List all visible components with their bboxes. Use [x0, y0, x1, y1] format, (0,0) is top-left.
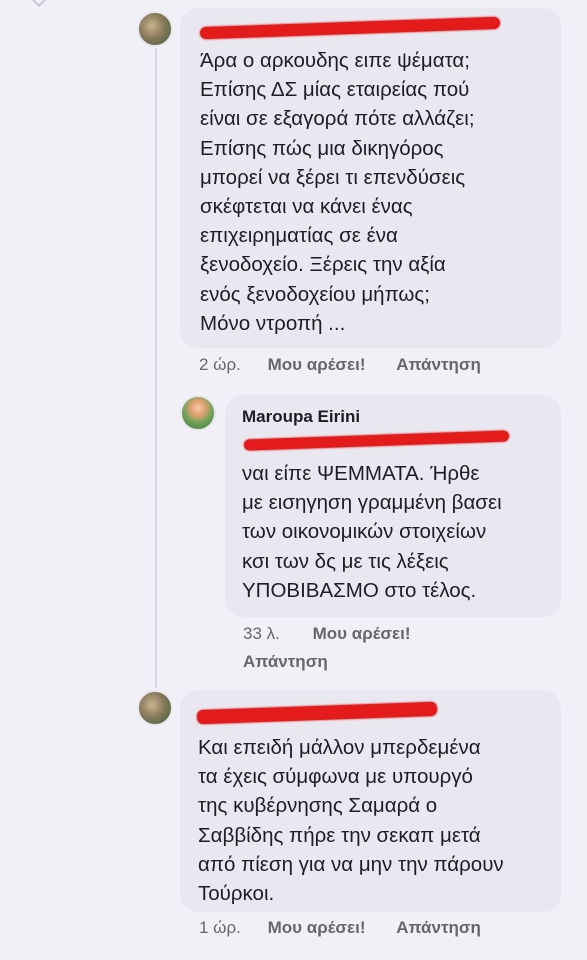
comment-timestamp[interactable]: 1 ώρ. — [199, 918, 241, 938]
like-link[interactable]: Μου αρέσει! — [313, 624, 411, 644]
avatar[interactable] — [180, 395, 216, 431]
avatar[interactable] — [137, 11, 173, 47]
avatar[interactable] — [137, 690, 173, 726]
comment-meta: 33 λ. Μου αρέσει! — [243, 624, 410, 644]
comment-author[interactable]: Maroupa Eirini — [242, 407, 360, 427]
comment-meta: 1 ώρ. Μου αρέσει! Απάντηση — [199, 918, 481, 938]
reply-link[interactable]: Απάντηση — [243, 652, 328, 672]
like-link[interactable]: Μου αρέσει! — [268, 918, 366, 938]
comment-text: ναι είπε ΨΕΜΜΑΤΑ. Ήρθε με εισηγηση γραμμ… — [242, 462, 502, 602]
reply-link[interactable]: Απάντηση — [396, 355, 481, 375]
comment-timestamp[interactable]: 33 λ. — [243, 624, 280, 644]
comment-text: Άρα ο αρκουδης ειπε ψέματα; Επίσης ΔΣ μί… — [200, 49, 475, 335]
comment-text: Και επειδή μάλλον μπερδεμένα τα έχεις σύ… — [198, 736, 504, 906]
comment-timestamp[interactable]: 2 ώρ. — [199, 355, 241, 375]
thread-line — [155, 48, 157, 688]
like-link[interactable]: Μου αρέσει! — [268, 355, 366, 375]
comment-meta: 2 ώρ. Μου αρέσει! Απάντηση — [199, 355, 481, 375]
comment-meta-second-line: Απάντηση — [243, 652, 328, 672]
collapse-chevron-icon — [32, 0, 51, 8]
reply-link[interactable]: Απάντηση — [396, 918, 481, 938]
